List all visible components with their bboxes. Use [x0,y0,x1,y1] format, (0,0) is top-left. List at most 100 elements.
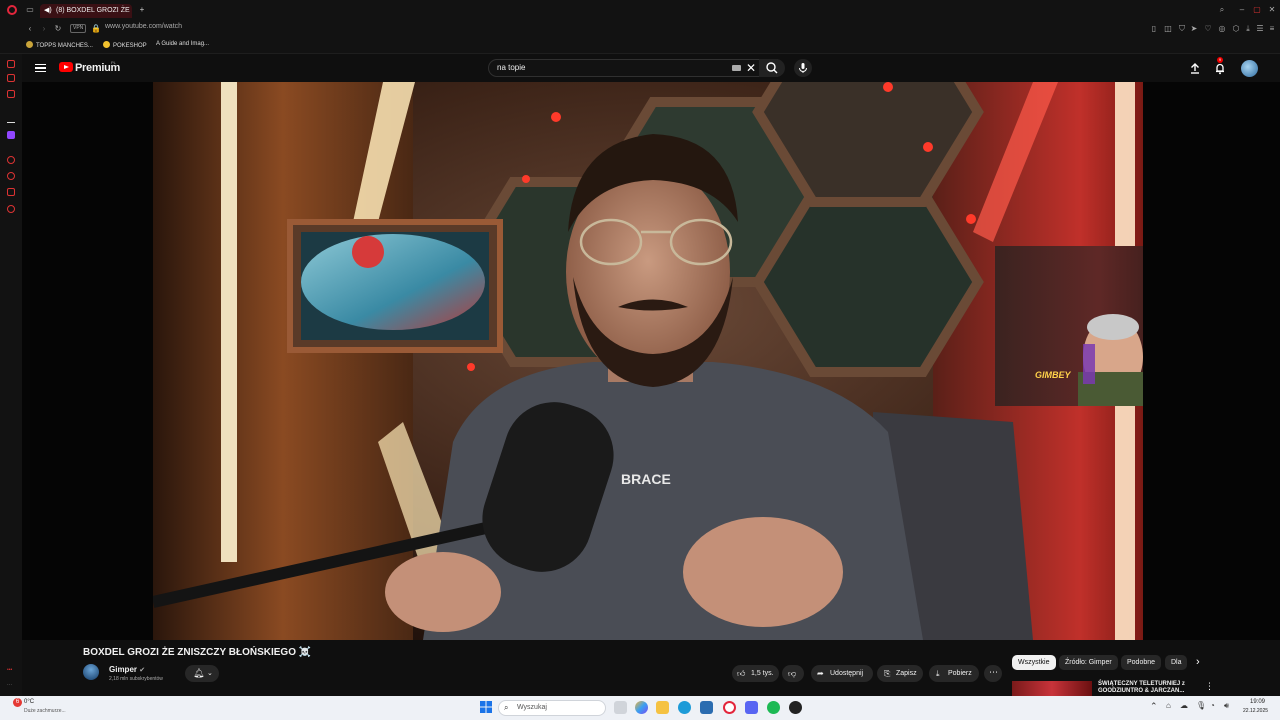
chip-source[interactable]: Źródło: Gimper [1059,655,1118,670]
lock-icon[interactable]: 🔒 [91,25,101,33]
video-popout-icon[interactable]: ◫ [1164,25,1172,33]
edge-icon[interactable] [678,701,691,714]
sidebar-settings-icon[interactable] [7,205,15,213]
clear-search-icon[interactable]: ✕ [746,61,756,75]
subscriber-count: 2,18 mln subskrybentów [109,676,163,682]
bookmark-item[interactable]: A Guide and Imag... [156,41,209,47]
share-label: Udostępnij [830,670,864,677]
new-tab-icon[interactable]: + [138,6,146,14]
copilot-icon[interactable] [635,701,648,714]
channel-name[interactable]: Gimper ✔ [109,665,145,674]
notifications-button[interactable] [1213,61,1227,75]
video-player[interactable]: BRACE GIMBEY [153,82,1143,640]
mic-tray-icon[interactable]: 🎙︎ [1196,701,1206,710]
close-window-icon[interactable]: ✕ [1268,6,1276,14]
chevron-down-icon: ⌄ [207,670,213,677]
sidebar-aria-icon[interactable] [7,60,15,68]
url-field[interactable]: www.youtube.com/watch [105,23,182,30]
volume-icon[interactable]: 🔊︎ [1224,701,1229,711]
keyboard-icon[interactable] [732,65,741,71]
browser-sidebar: ••• ··· [0,54,22,696]
cloud-icon[interactable]: ☁ [1180,701,1188,710]
like-button[interactable]: 👍︎ 1,5 tys. [732,665,779,682]
vpn-badge[interactable]: VPN [70,24,87,33]
region-label: PL [111,60,116,65]
extensions-icon[interactable]: ⬡ [1232,25,1240,33]
download-label: Pobierz [948,670,972,677]
file-explorer-icon[interactable] [656,701,669,714]
speaker-icon[interactable]: ◀) [44,7,52,15]
channel-name-text: Gimper [109,665,138,674]
heart-icon[interactable]: ♡ [1204,25,1212,33]
forward-icon[interactable]: › [40,25,48,33]
tab-manager-icon[interactable]: ▭ [26,6,34,14]
show-hidden-icons-icon[interactable]: ⌃ [1150,701,1158,712]
snapshot-icon[interactable]: ◎ [1218,25,1226,33]
chevron-right-icon[interactable]: › [1196,656,1200,668]
download-button[interactable]: ⤓ Pobierz [929,665,979,682]
bookmark-label: POKESHOP [113,43,147,49]
menu-icon[interactable] [35,64,46,72]
sidebar-more-icon[interactable]: ••• [7,667,15,675]
taskbar-search-input[interactable]: ⌕ Wyszukaj [498,700,606,716]
chip-for-you[interactable]: Dla [1165,655,1187,670]
search-tabs-icon[interactable]: ⌕ [1218,6,1226,14]
network-icon[interactable]: ⌂ [1166,701,1171,710]
taskbar-time[interactable]: 19:09 [1250,699,1265,705]
video-info-panel: BOXDEL GROZI ŻE ZNISZCZY BŁOŃSKIEGO ☠️ G… [22,640,1280,696]
more-vertical-icon[interactable]: ⋮ [1205,681,1214,692]
back-icon[interactable]: ‹ [26,25,34,33]
chip-related[interactable]: Podobne [1121,655,1162,670]
upload-button[interactable] [1188,61,1202,75]
spotify-icon[interactable] [767,701,780,714]
opera-taskbar-icon[interactable] [723,701,736,714]
account-avatar[interactable] [1241,60,1258,77]
discord-icon[interactable] [745,701,758,714]
more-actions-button[interactable]: ⋯ [984,665,1002,682]
windows-start-icon[interactable] [480,701,492,713]
minimize-icon[interactable]: – [1238,6,1246,14]
share-button[interactable]: ➦ Udostępnij [811,665,873,682]
bookmark-label: TOPPS MANCHES... [36,43,93,49]
easy-setup-icon[interactable]: ☰ [1256,25,1264,33]
search-button[interactable] [759,59,785,77]
sidebar-instagram-icon[interactable] [7,90,15,98]
send-icon[interactable]: ➤ [1190,25,1198,33]
bookmark-item[interactable]: TOPPS MANCHES... [26,41,93,49]
weather-description[interactable]: Duże zachmurze... [24,708,66,714]
chip-all[interactable]: Wszystkie [1012,655,1056,670]
sidebar-dots-icon[interactable]: ··· [7,682,15,690]
voice-search-button[interactable] [794,59,812,77]
search-input[interactable]: na topie ✕ [488,59,778,77]
reload-icon[interactable]: ↻ [54,25,62,33]
bookmark-item[interactable]: POKESHOP [103,41,147,49]
sidebar-tiktok-icon[interactable] [7,115,15,123]
settings-icon[interactable]: ≡ [1268,25,1276,33]
sidebar-twitch-icon[interactable] [7,131,15,139]
sidebar-downloads-icon[interactable] [7,188,15,196]
wifi-icon[interactable]: ◔ [1210,701,1215,710]
recommendation-thumbnail[interactable] [1012,681,1092,696]
sidebar-history-icon[interactable] [7,172,15,180]
maximize-icon[interactable]: ▢ [1253,6,1261,14]
subscribed-bell-button[interactable]: 🔔︎ ⌄ [185,665,219,682]
youtube-logo-icon[interactable] [59,62,73,72]
recommendation-title[interactable]: ŚWIĄTECZNY TELETURNIEJ z GOODZIUNTRO & J… [1098,681,1208,695]
bookmark-favicon-icon [26,41,33,48]
opera-logo-icon[interactable] [7,5,17,15]
sidebar-player-icon[interactable] [7,156,15,164]
task-view-icon[interactable] [614,701,627,714]
screenshot-icon[interactable]: ▯ [1150,25,1158,33]
app-icon[interactable] [789,701,802,714]
browser-tab-bar: ▭ ◀) (8) BOXDEL GROZI ŻE + ⌕ – ▢ ✕ [0,0,1280,20]
taskbar-date[interactable]: 22.12.2025 [1243,708,1268,714]
sidebar-messenger-icon[interactable] [7,74,15,82]
browser-tab-active[interactable]: ◀) (8) BOXDEL GROZI ŻE [40,4,132,18]
save-button[interactable]: ⎘ Zapisz [877,665,923,682]
dislike-button[interactable]: 👎︎ [782,665,804,682]
channel-avatar[interactable] [83,664,99,680]
weather-temperature[interactable]: 0°C [24,699,34,705]
store-icon[interactable] [700,701,713,714]
shield-icon[interactable]: ⛉ [1178,25,1186,33]
download-icon[interactable]: ⤓ [1244,25,1252,33]
